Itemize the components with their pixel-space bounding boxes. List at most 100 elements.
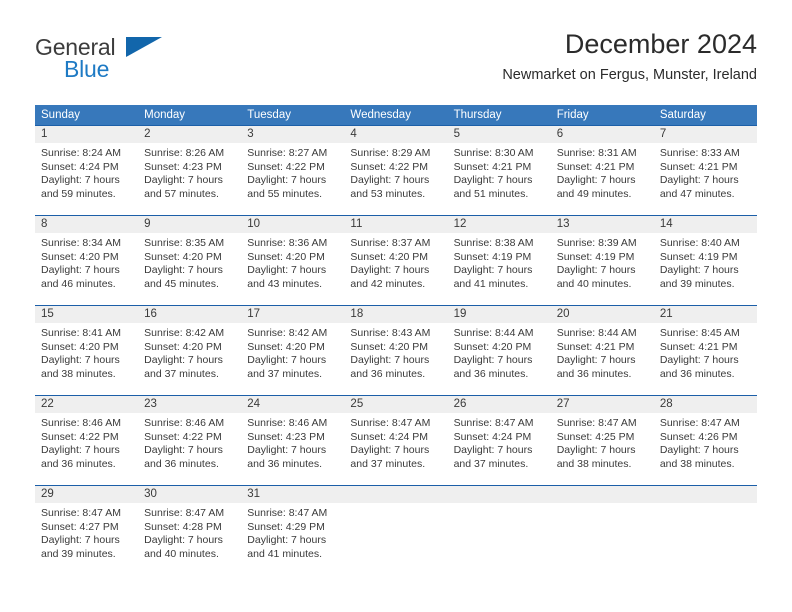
day-cell-2[interactable]: Sunrise: 8:26 AM Sunset: 4:23 PM Daylight:… [138,143,241,215]
day-cell-26[interactable]: Sunrise: 8:47 AM Sunset: 4:24 PM Daylight:… [448,413,551,485]
daylight-text-line1: Daylight: 7 hours [247,534,327,546]
sunset-text: Sunset: 4:20 PM [144,250,222,263]
day-cell-4[interactable]: Sunrise: 8:29 AM Sunset: 4:22 PM Daylight:… [344,143,447,215]
day-number-17[interactable]: 17 [241,306,344,323]
sunrise-text: Sunrise: 8:47 AM [556,417,637,429]
daylight-text-line2: and 42 minutes. [350,277,426,290]
day-number-9[interactable]: 9 [138,216,241,233]
day-cell-10[interactable]: Sunrise: 8:36 AM Sunset: 4:20 PM Daylight:… [241,233,344,305]
day-cell-8[interactable]: Sunrise: 8:34 AM Sunset: 4:20 PM Daylight:… [35,233,138,305]
day-cell-27[interactable]: Sunrise: 8:47 AM Sunset: 4:25 PM Daylight:… [551,413,654,485]
day-number-19[interactable]: 19 [448,306,551,323]
day-cell-30[interactable]: Sunrise: 8:47 AM Sunset: 4:28 PM Daylight:… [138,503,241,575]
weekday-header-tuesday: Tuesday [247,109,291,121]
day-cell-11[interactable]: Sunrise: 8:37 AM Sunset: 4:20 PM Daylight:… [344,233,447,305]
day-number-15[interactable]: 15 [35,306,138,323]
daylight-text-line2: and 37 minutes. [247,367,322,380]
day-cell-15[interactable]: Sunrise: 8:41 AM Sunset: 4:20 PM Daylight:… [35,323,138,395]
daylight-text-line1: Daylight: 7 hours [144,534,223,546]
day-number-31[interactable]: 31 [241,486,344,503]
sunset-text: Sunset: 4:22 PM [41,430,119,443]
sunset-text: Sunset: 4:29 PM [247,520,325,533]
day-cell-25[interactable]: Sunrise: 8:47 AM Sunset: 4:24 PM Daylight:… [344,413,447,485]
day-cell-24[interactable]: Sunrise: 8:46 AM Sunset: 4:23 PM Daylight:… [241,413,344,485]
sunrise-text: Sunrise: 8:38 AM [453,237,534,249]
general-blue-logo[interactable]: General Blue [35,34,215,90]
day-cell-3[interactable]: Sunrise: 8:27 AM Sunset: 4:22 PM Daylight:… [241,143,344,215]
day-cell-21[interactable]: Sunrise: 8:45 AM Sunset: 4:21 PM Daylight:… [654,323,757,395]
day-cell-7[interactable]: Sunrise: 8:33 AM Sunset: 4:21 PM Daylight:… [654,143,757,215]
sunset-text: Sunset: 4:24 PM [41,160,119,173]
day-number-22[interactable]: 22 [35,396,138,413]
day-number-18[interactable]: 18 [344,306,447,323]
day-number-1[interactable]: 1 [35,126,138,143]
sunset-text: Sunset: 4:20 PM [144,340,222,353]
day-cell-22[interactable]: Sunrise: 8:46 AM Sunset: 4:22 PM Daylight:… [35,413,138,485]
day-number-21[interactable]: 21 [654,306,757,323]
weekday-header-wednesday: Wednesday [350,109,411,121]
day-cell-12[interactable]: Sunrise: 8:38 AM Sunset: 4:19 PM Daylight:… [448,233,551,305]
day-cell-13[interactable]: Sunrise: 8:39 AM Sunset: 4:19 PM Daylight:… [551,233,654,305]
page-subtitle: Newmarket on Fergus, Munster, Ireland [502,67,757,83]
week-date-row: 29 30 31 [35,486,757,503]
day-number-24[interactable]: 24 [241,396,344,413]
sunset-text: Sunset: 4:28 PM [144,520,222,533]
day-cell-9[interactable]: Sunrise: 8:35 AM Sunset: 4:20 PM Daylight:… [138,233,241,305]
daylight-text-line2: and 39 minutes. [659,277,735,290]
daylight-text-line1: Daylight: 7 hours [144,354,223,366]
day-number-7[interactable]: 7 [654,126,757,143]
day-number-13[interactable]: 13 [551,216,654,233]
day-cell-1[interactable]: Sunrise: 8:24 AM Sunset: 4:24 PM Daylight:… [35,143,138,215]
calendar-week-row: 29 30 31 Sunrise: 8:47 AM Sunset: 4:27 PM Day… [35,485,757,575]
day-cell-5[interactable]: Sunrise: 8:30 AM Sunset: 4:21 PM Daylight:… [448,143,551,215]
day-number-6[interactable]: 6 [551,126,654,143]
day-cell-6[interactable]: Sunrise: 8:31 AM Sunset: 4:21 PM Daylight:… [551,143,654,215]
day-cell-18[interactable]: Sunrise: 8:43 AM Sunset: 4:20 PM Daylight:… [344,323,447,395]
sunset-text: Sunset: 4:22 PM [247,160,325,173]
sunset-text: Sunset: 4:23 PM [144,160,222,173]
day-cell-19[interactable]: Sunrise: 8:44 AM Sunset: 4:20 PM Daylight:… [448,323,551,395]
day-number-20[interactable]: 20 [551,306,654,323]
daylight-text-line2: and 53 minutes. [350,187,426,200]
day-cell-16[interactable]: Sunrise: 8:42 AM Sunset: 4:20 PM Daylight:… [138,323,241,395]
sunrise-text: Sunrise: 8:47 AM [144,507,225,519]
weekday-header-row: Sunday Monday Tuesday Wednesday Thursday Frid… [35,105,757,125]
day-cell-14[interactable]: Sunrise: 8:40 AM Sunset: 4:19 PM Daylight:… [654,233,757,305]
day-cell-31[interactable]: Sunrise: 8:47 AM Sunset: 4:29 PM Daylight:… [241,503,344,575]
sunset-text: Sunset: 4:23 PM [247,430,325,443]
sunrise-text: Sunrise: 8:27 AM [247,147,328,159]
day-number-12[interactable]: 12 [448,216,551,233]
day-number-16[interactable]: 16 [138,306,241,323]
day-number-25[interactable]: 25 [344,396,447,413]
day-number-2[interactable]: 2 [138,126,241,143]
day-number-27[interactable]: 27 [551,396,654,413]
day-number-11[interactable]: 11 [344,216,447,233]
daylight-text-line2: and 51 minutes. [453,187,529,200]
day-number-28[interactable]: 28 [654,396,757,413]
daylight-text-line2: and 36 minutes. [453,367,529,380]
day-cell-28[interactable]: Sunrise: 8:47 AM Sunset: 4:26 PM Daylight:… [654,413,757,485]
day-cell-17[interactable]: Sunrise: 8:42 AM Sunset: 4:20 PM Daylight:… [241,323,344,395]
day-number-30[interactable]: 30 [138,486,241,503]
day-number-3[interactable]: 3 [241,126,344,143]
sunrise-text: Sunrise: 8:42 AM [144,327,225,339]
day-number-10[interactable]: 10 [241,216,344,233]
day-number-26[interactable]: 26 [448,396,551,413]
day-cell-empty [551,503,654,575]
day-number-29[interactable]: 29 [35,486,138,503]
day-number-8[interactable]: 8 [35,216,138,233]
day-number-5[interactable]: 5 [448,126,551,143]
day-number-23[interactable]: 23 [138,396,241,413]
day-number-4[interactable]: 4 [344,126,447,143]
weekday-header-monday: Monday [144,109,186,121]
day-cell-empty [344,503,447,575]
day-cell-20[interactable]: Sunrise: 8:44 AM Sunset: 4:21 PM Daylight:… [551,323,654,395]
sunset-text: Sunset: 4:24 PM [350,430,429,443]
daylight-text-line2: and 37 minutes. [350,457,426,470]
day-cell-23[interactable]: Sunrise: 8:46 AM Sunset: 4:22 PM Daylight:… [138,413,241,485]
day-cell-29[interactable]: Sunrise: 8:47 AM Sunset: 4:27 PM Daylight:… [35,503,138,575]
day-number-14[interactable]: 14 [654,216,757,233]
daylight-text-line2: and 39 minutes. [41,547,116,560]
daylight-text-line1: Daylight: 7 hours [350,444,430,456]
daylight-text-line2: and 47 minutes. [659,187,735,200]
